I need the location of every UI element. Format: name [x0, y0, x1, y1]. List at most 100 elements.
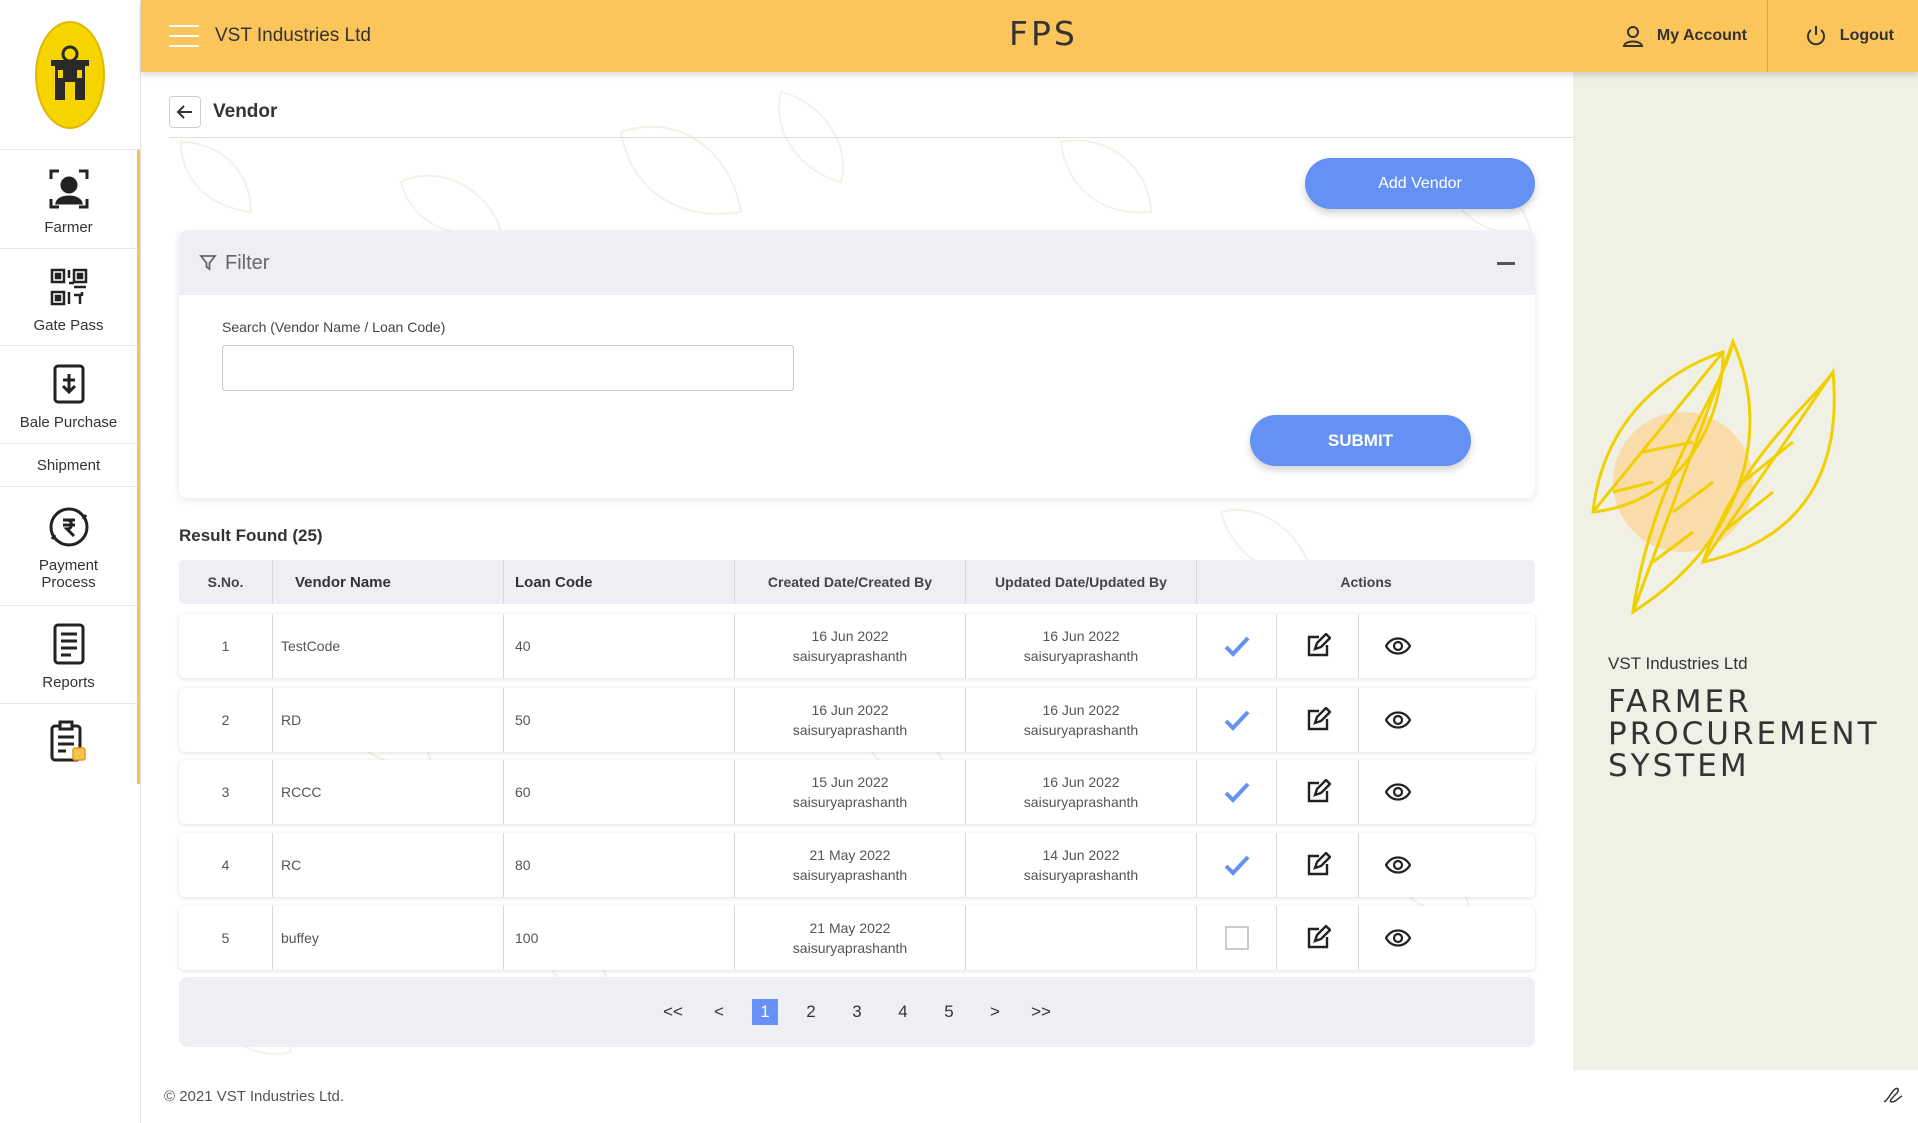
column-header: Vendor Name: [273, 560, 504, 604]
table-row: 5 buffey 100 21 May 2022 saisuryaprashant…: [179, 906, 1535, 970]
cell-sno: 1: [179, 614, 273, 678]
updated-by: saisuryaprashanth: [1023, 722, 1139, 738]
cell-created: 21 May 2022 saisuryaprashanth: [735, 906, 966, 970]
sidebar-item-bale-purchase[interactable]: Bale Purchase: [0, 346, 137, 444]
company-logo[interactable]: [35, 20, 105, 129]
leaf-illustration: [1591, 337, 1836, 616]
edit-button[interactable]: [1277, 760, 1359, 824]
created-date: 21 May 2022: [809, 847, 891, 863]
eye-icon: [1385, 637, 1411, 655]
checkmark-icon: [1224, 782, 1249, 803]
cell-updated: 16 Jun 2022 saisuryaprashanth: [966, 688, 1197, 752]
checkmark-icon: [1224, 636, 1249, 657]
add-vendor-button[interactable]: Add Vendor: [1305, 158, 1535, 209]
edit-button[interactable]: [1277, 688, 1359, 752]
sidebar-item-gate-pass[interactable]: Gate Pass: [0, 249, 137, 346]
cell-sno: 3: [179, 760, 273, 824]
eye-icon: [1385, 856, 1411, 874]
page-next[interactable]: >: [972, 1002, 1018, 1022]
approve-check-cell[interactable]: [1197, 688, 1277, 752]
column-header: Actions: [1340, 574, 1392, 590]
table-row: 3 RCCC 60 15 Jun 2022 saisuryaprashanth 1…: [179, 760, 1535, 824]
page-number[interactable]: 3: [834, 1002, 880, 1022]
view-button[interactable]: [1359, 906, 1535, 970]
sidebar-item-shipment[interactable]: Shipment: [0, 444, 137, 487]
cell-updated: 16 Jun 2022 saisuryaprashanth: [966, 760, 1197, 824]
approve-checkbox[interactable]: [1197, 906, 1277, 970]
qr-code-icon: [43, 261, 95, 313]
logout-button[interactable]: Logout: [1804, 0, 1894, 72]
cell-updated: [966, 906, 1197, 970]
updated-by: saisuryaprashanth: [1023, 867, 1139, 883]
my-account-button[interactable]: My Account: [1621, 0, 1768, 72]
app-title: FPS: [1009, 14, 1078, 53]
cell-loan-code: 100: [504, 906, 735, 970]
page-prev[interactable]: <: [696, 1002, 742, 1022]
cell-updated: 16 Jun 2022 saisuryaprashanth: [966, 614, 1197, 678]
updated-date: 16 Jun 2022: [1042, 628, 1120, 644]
copyright: © 2021 VST Industries Ltd.: [164, 1088, 345, 1105]
pagination: << < 1 2 3 4 5 > >>: [179, 977, 1535, 1047]
back-button[interactable]: [169, 96, 201, 128]
signature-icon: [1883, 1087, 1903, 1103]
approve-check-cell[interactable]: [1197, 833, 1277, 897]
column-header: Updated Date/Updated By: [966, 560, 1197, 604]
breadcrumb: Vendor: [169, 96, 277, 128]
edit-button[interactable]: [1277, 833, 1359, 897]
bale-icon: [43, 358, 95, 410]
cell-updated: 14 Jun 2022 saisuryaprashanth: [966, 833, 1197, 897]
view-button[interactable]: [1359, 833, 1535, 897]
page-number[interactable]: 2: [788, 1002, 834, 1022]
footer: © 2021 VST Industries Ltd.: [141, 1070, 1918, 1123]
sidebar-item-payment-process[interactable]: Payment Process: [0, 487, 137, 606]
sidebar-nav: Farmer Gate Pass Bale Purchase Shipment …: [0, 150, 140, 784]
search-input[interactable]: [222, 345, 794, 391]
page-first[interactable]: <<: [650, 1002, 696, 1022]
edit-icon: [1307, 779, 1331, 803]
updated-date: 14 Jun 2022: [1042, 847, 1120, 863]
sidebar-item-clipboard[interactable]: [0, 704, 137, 784]
view-button[interactable]: [1359, 614, 1535, 678]
sidebar-item-reports[interactable]: Reports: [0, 606, 137, 704]
created-by: saisuryaprashanth: [792, 867, 908, 883]
page-number[interactable]: 4: [880, 1002, 926, 1022]
my-account-label: My Account: [1656, 27, 1747, 44]
view-button[interactable]: [1359, 760, 1535, 824]
cell-loan-code: 80: [504, 833, 735, 897]
edit-icon: [1307, 633, 1331, 657]
column-header: Loan Code: [504, 560, 735, 604]
cell-created: 16 Jun 2022 saisuryaprashanth: [735, 688, 966, 752]
filter-header[interactable]: Filter: [179, 231, 1535, 295]
sidebar-item-label: Gate Pass: [33, 316, 104, 334]
power-icon: [1806, 26, 1825, 46]
submit-button[interactable]: SUBMIT: [1250, 415, 1471, 466]
logo-container: [0, 0, 140, 150]
edit-button[interactable]: [1277, 906, 1359, 970]
created-date: 15 Jun 2022: [811, 774, 889, 790]
page-number-active[interactable]: 1: [752, 999, 778, 1025]
farmer-icon: [43, 163, 95, 215]
created-by: saisuryaprashanth: [792, 722, 908, 738]
arrow-left-icon: [176, 105, 192, 119]
logout-label: Logout: [1839, 27, 1894, 44]
approve-check-cell[interactable]: [1197, 614, 1277, 678]
approve-check-cell[interactable]: [1197, 760, 1277, 824]
updated-by: saisuryaprashanth: [1023, 648, 1139, 664]
hamburger-menu-icon[interactable]: [169, 25, 199, 47]
page-last[interactable]: >>: [1018, 1002, 1064, 1022]
search-label: Search (Vendor Name / Loan Code): [222, 319, 446, 335]
cell-vendor-name: buffey: [273, 906, 504, 970]
edit-button[interactable]: [1277, 614, 1359, 678]
user-icon: [1622, 26, 1644, 47]
sidebar-item-farmer[interactable]: Farmer: [0, 150, 137, 249]
empty-checkbox-icon: [1224, 926, 1249, 950]
cell-vendor-name: TestCode: [273, 614, 504, 678]
brand-panel: VST Industries Ltd FARMER PROCUREMENT SY…: [1573, 72, 1918, 1070]
view-button[interactable]: [1359, 688, 1535, 752]
collapse-icon[interactable]: [1497, 261, 1515, 265]
page-number[interactable]: 5: [926, 1002, 972, 1022]
cell-vendor-name: RCCC: [273, 760, 504, 824]
table-row: 1 TestCode 40 16 Jun 2022 saisuryaprashan…: [179, 614, 1535, 678]
company-name: VST Industries Ltd: [215, 25, 371, 46]
table-row: 4 RC 80 21 May 2022 saisuryaprashanth 14 …: [179, 833, 1535, 897]
